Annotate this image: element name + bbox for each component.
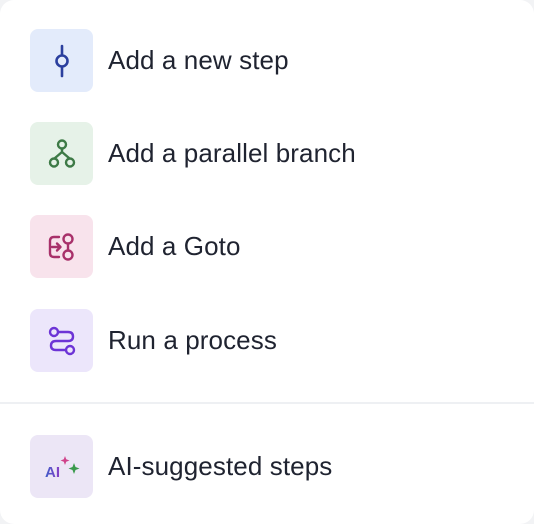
menu-divider [0,402,534,404]
menu-item-add-new-step[interactable]: Add a new step [30,29,510,92]
menu-item-run-process[interactable]: Run a process [30,309,510,372]
svg-text:AI: AI [45,464,60,481]
menu-item-label: Add a Goto [108,231,241,261]
ai-sparkle-icon: AI [45,455,79,481]
menu-item-label: Run a process [108,325,277,355]
process-route-icon [48,326,75,355]
menu-item-label: Add a parallel branch [108,138,356,168]
run-process-icon-tile [30,309,93,372]
goto-icon [48,232,74,261]
ai-suggested-icon-tile: AI [30,435,93,498]
menu-item-label: Add a new step [108,45,289,75]
menu-item-add-goto[interactable]: Add a Goto [30,215,510,278]
menu-item-ai-suggested-steps[interactable]: AI AI-suggested steps [30,435,510,498]
menu-item-label: AI-suggested steps [108,451,333,481]
add-new-step-icon-tile [30,29,93,92]
branch-icon [48,138,75,168]
add-parallel-branch-icon-tile [30,122,93,185]
commit-node-icon [54,44,69,77]
menu-item-add-parallel-branch[interactable]: Add a parallel branch [30,122,510,185]
add-goto-icon-tile [30,215,93,278]
add-step-menu: Add a new step Add a parallel branch Add… [0,0,534,524]
